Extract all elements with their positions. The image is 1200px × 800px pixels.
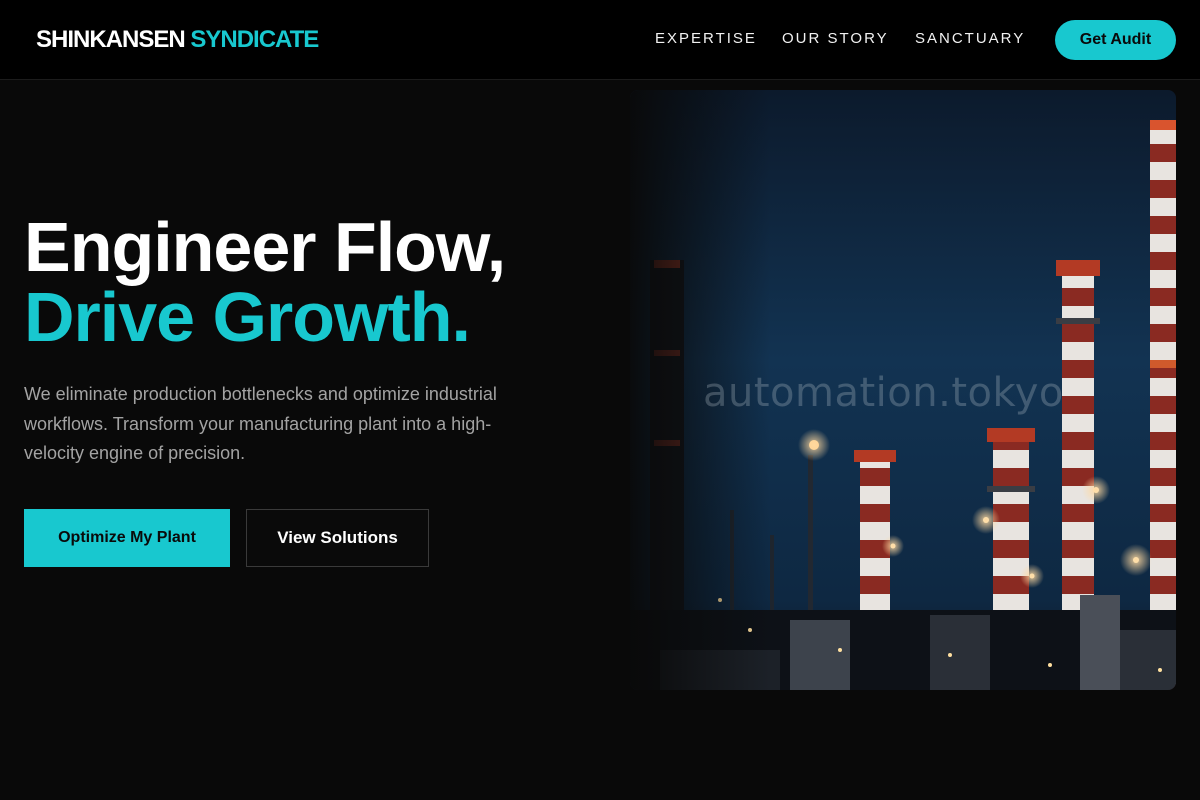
get-audit-button[interactable]: Get Audit bbox=[1055, 20, 1176, 60]
hero-description: We eliminate production bottlenecks and … bbox=[24, 384, 497, 463]
view-solutions-button[interactable]: View Solutions bbox=[246, 509, 429, 567]
hero-heading-line-2: Drive Growth. bbox=[24, 278, 471, 356]
image-watermark: automation.tokyo bbox=[703, 370, 1064, 416]
nav-link-sanctuary[interactable]: SANCTUARY bbox=[915, 30, 1025, 48]
nav-link-our-story[interactable]: OUR STORY bbox=[782, 30, 889, 48]
nav-link-expertise[interactable]: EXPERTISE bbox=[655, 30, 757, 48]
optimize-my-plant-button[interactable]: Optimize My Plant bbox=[24, 509, 230, 567]
factory-night-image: automation.tokyo bbox=[630, 90, 1176, 690]
logo-primary-text: SHINKANSEN bbox=[36, 26, 186, 53]
logo-accent-text: SYNDICATE bbox=[190, 26, 319, 53]
site-header: SHINKANSEN SYNDICATE EXPERTISE OUR STORY… bbox=[0, 0, 1200, 80]
hero-heading: Engineer Flow, Drive Growth. bbox=[24, 208, 506, 356]
brand-logo[interactable]: SHINKANSEN SYNDICATE bbox=[36, 26, 319, 54]
hero-heading-line-1: Engineer Flow, bbox=[24, 208, 506, 286]
